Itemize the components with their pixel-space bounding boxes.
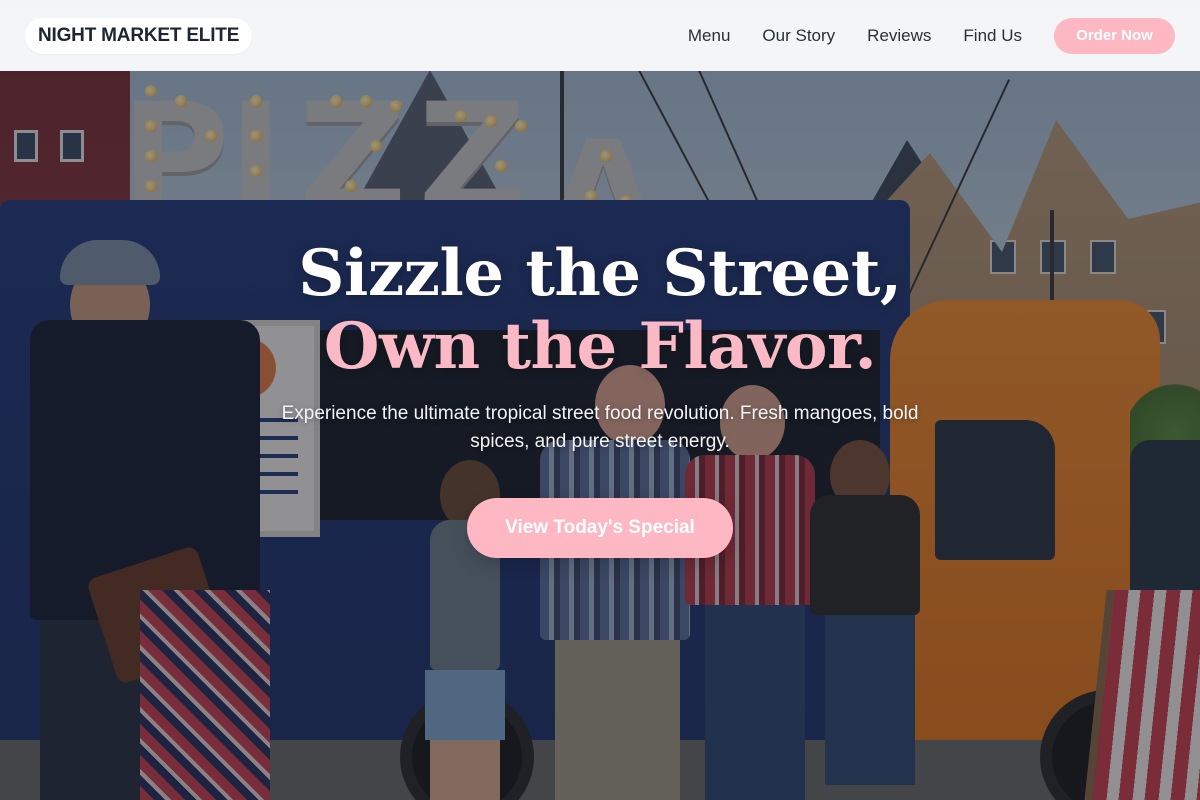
hero-subheadline: Experience the ultimate tropical street …	[281, 403, 919, 452]
top-navbar: NIGHT MARKET ELITE Menu Our Story Review…	[0, 0, 1200, 71]
view-todays-special-button[interactable]: View Today's Special	[467, 498, 733, 558]
brand-logo[interactable]: NIGHT MARKET ELITE	[25, 17, 253, 54]
nav-link-reviews[interactable]: Reviews	[867, 26, 931, 46]
landing-page: P I Z Z A NIGHT MARKET ELITE Menu Our St…	[0, 0, 1200, 800]
nav-link-menu[interactable]: Menu	[688, 26, 731, 46]
nav-links: Menu Our Story Reviews Find Us Order Now	[688, 17, 1175, 54]
nav-link-find-us[interactable]: Find Us	[963, 26, 1022, 46]
nav-link-our-story[interactable]: Our Story	[762, 26, 835, 46]
hero-headline-line-2: Own the Flavor.	[323, 309, 877, 384]
hero-section: Sizzle the Street, Own the Flavor. Exper…	[0, 236, 1200, 558]
hero-headline-line-1: Sizzle the Street,	[298, 236, 902, 311]
order-now-button[interactable]: Order Now	[1054, 17, 1175, 54]
